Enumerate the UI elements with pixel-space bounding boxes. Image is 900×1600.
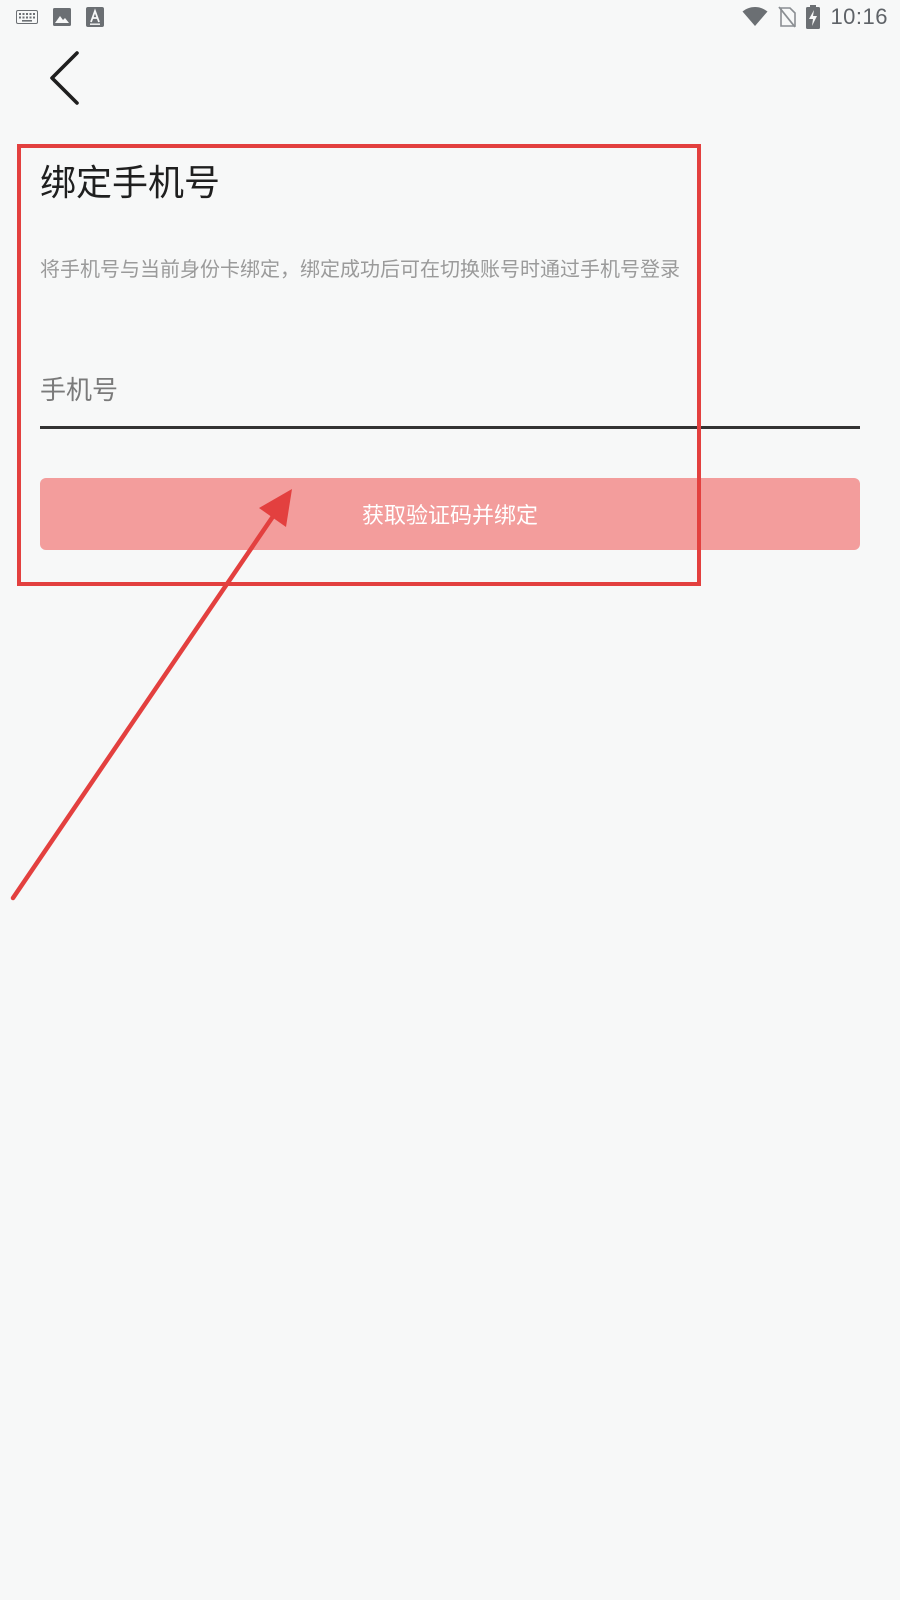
status-time: 10:16 [830,4,888,29]
no-sim-icon [778,6,797,28]
status-bar-left [16,7,104,27]
page-title: 绑定手机号 [40,163,221,204]
keyboard-icon [16,10,38,24]
battery-charging-icon [806,5,821,29]
phone-field[interactable] [40,362,860,429]
phone-input[interactable] [40,362,860,420]
chevron-left-icon [50,51,79,105]
font-a-icon [86,7,104,27]
annotation-arrow-icon [10,489,292,901]
wifi-icon [742,7,768,26]
image-icon [53,8,71,26]
status-bar-right: 10:16 [742,4,888,30]
get-code-and-bind-button[interactable]: 获取验证码并绑定 [40,478,860,550]
back-button[interactable] [40,48,92,108]
page-description: 将手机号与当前身份卡绑定，绑定成功后可在切换账号时通过手机号登录 [40,257,680,281]
status-bar: 10:16 [0,0,900,36]
